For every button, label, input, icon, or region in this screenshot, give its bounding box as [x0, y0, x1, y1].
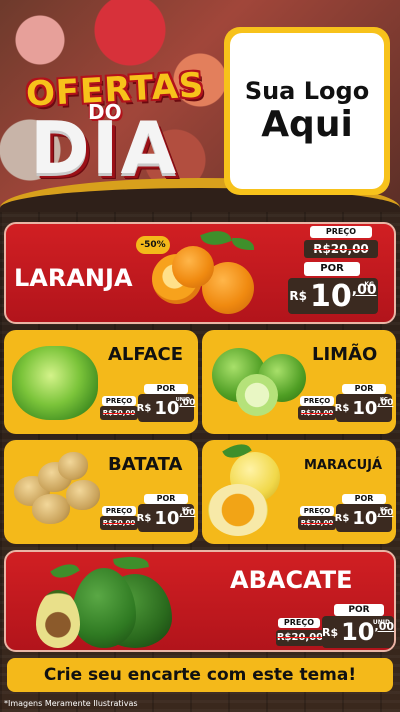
- price-integer: 10: [154, 507, 180, 529]
- product-name: MARACUJÁ: [304, 458, 383, 473]
- currency: R$: [321, 625, 339, 639]
- product-name: ABACATE: [230, 566, 353, 594]
- old-price: R$20,00: [298, 516, 336, 530]
- product-name: LARANJA: [14, 264, 133, 292]
- lime-slice-icon: [236, 374, 278, 416]
- price-unit: KG: [380, 397, 388, 403]
- price-integer: 10: [310, 278, 352, 314]
- por-label: POR: [342, 494, 386, 504]
- title-dia: DIA: [30, 106, 179, 190]
- leaf-icon: [50, 558, 80, 584]
- new-price: R$ 10 ,00 KG: [136, 504, 195, 532]
- old-price: R$20,00: [100, 406, 138, 420]
- por-label: POR: [144, 384, 188, 394]
- product-name: ALFACE: [108, 344, 184, 365]
- potato-icon: [66, 480, 100, 510]
- logo-line-1: Sua Logo: [244, 77, 370, 106]
- preco-label: PREÇO: [300, 396, 334, 406]
- currency: R$: [136, 512, 152, 524]
- logo-line-2: Aqui: [261, 104, 353, 146]
- cta-banner[interactable]: Crie seu encarte com este tema!: [7, 658, 393, 692]
- product-card-alface[interactable]: ALFACE PREÇO POR R$20,00 R$ 10 ,00 UNID: [4, 330, 198, 434]
- product-card-laranja[interactable]: LARANJA PREÇO R$20,00 POR R$ 10 ,00 KG: [4, 222, 396, 324]
- lettuce-icon: [12, 346, 98, 420]
- preco-label: PREÇO: [278, 618, 320, 628]
- product-card-abacate[interactable]: ABACATE PREÇO POR R$20,00 R$ 10 ,00 UNID: [4, 550, 396, 652]
- preco-label: PREÇO: [310, 226, 372, 238]
- new-price: R$ 10 ,00 UNID: [136, 394, 195, 422]
- price-integer: 10: [341, 618, 375, 646]
- por-label: POR: [304, 262, 360, 276]
- potato-icon: [32, 494, 70, 524]
- leaf-icon: [232, 238, 254, 250]
- logo-inner: Sua Logo Aqui: [230, 33, 384, 189]
- old-price: R$20,00: [276, 630, 324, 646]
- discount-badge: -50%: [136, 236, 170, 254]
- old-price: R$20,00: [100, 516, 138, 530]
- product-name: LIMÃO: [312, 344, 378, 365]
- old-price: R$20,00: [304, 240, 378, 258]
- price-unit: KG: [182, 507, 190, 513]
- por-label: POR: [144, 494, 188, 504]
- price-integer: 10: [352, 507, 378, 529]
- price-unit: UNID: [372, 619, 390, 626]
- logo-placeholder[interactable]: Sua Logo Aqui: [224, 27, 390, 195]
- currency: R$: [334, 402, 350, 414]
- price-unit: KG: [364, 281, 374, 288]
- disclaimer: *Imagens Meramente Ilustrativas: [4, 699, 138, 708]
- price-unit: UNID: [175, 397, 190, 403]
- por-label: POR: [334, 604, 384, 616]
- old-price: R$20,00: [298, 406, 336, 420]
- leaf-icon: [200, 225, 232, 251]
- price-integer: 10: [352, 397, 378, 419]
- new-price: R$ 10 ,00 UNID: [322, 616, 394, 648]
- product-card-limao[interactable]: LIMÃO PREÇO POR R$20,00 R$ 10 ,00 KG: [202, 330, 396, 434]
- potato-icon: [58, 452, 88, 480]
- passion-fruit-half-icon: [208, 484, 268, 536]
- new-price: R$ 10 ,00 KG: [334, 504, 393, 532]
- currency: R$: [334, 512, 350, 524]
- new-price: R$ 10 ,00 KG: [288, 278, 378, 314]
- product-card-batata[interactable]: BATATA PREÇO POR R$20,00 R$ 10 ,00 KG: [4, 440, 198, 544]
- orange-icon: [172, 246, 214, 288]
- preco-label: PREÇO: [102, 396, 136, 406]
- preco-label: PREÇO: [300, 506, 334, 516]
- preco-label: PREÇO: [102, 506, 136, 516]
- product-name: BATATA: [108, 454, 183, 475]
- currency: R$: [136, 402, 152, 414]
- price-unit: KG: [380, 507, 388, 513]
- currency: R$: [289, 289, 308, 303]
- product-card-maracuja[interactable]: MARACUJÁ PREÇO POR R$20,00 R$ 10 ,00 KG: [202, 440, 396, 544]
- new-price: R$ 10 ,00 KG: [334, 394, 393, 422]
- por-label: POR: [342, 384, 386, 394]
- leaf-icon: [113, 553, 149, 573]
